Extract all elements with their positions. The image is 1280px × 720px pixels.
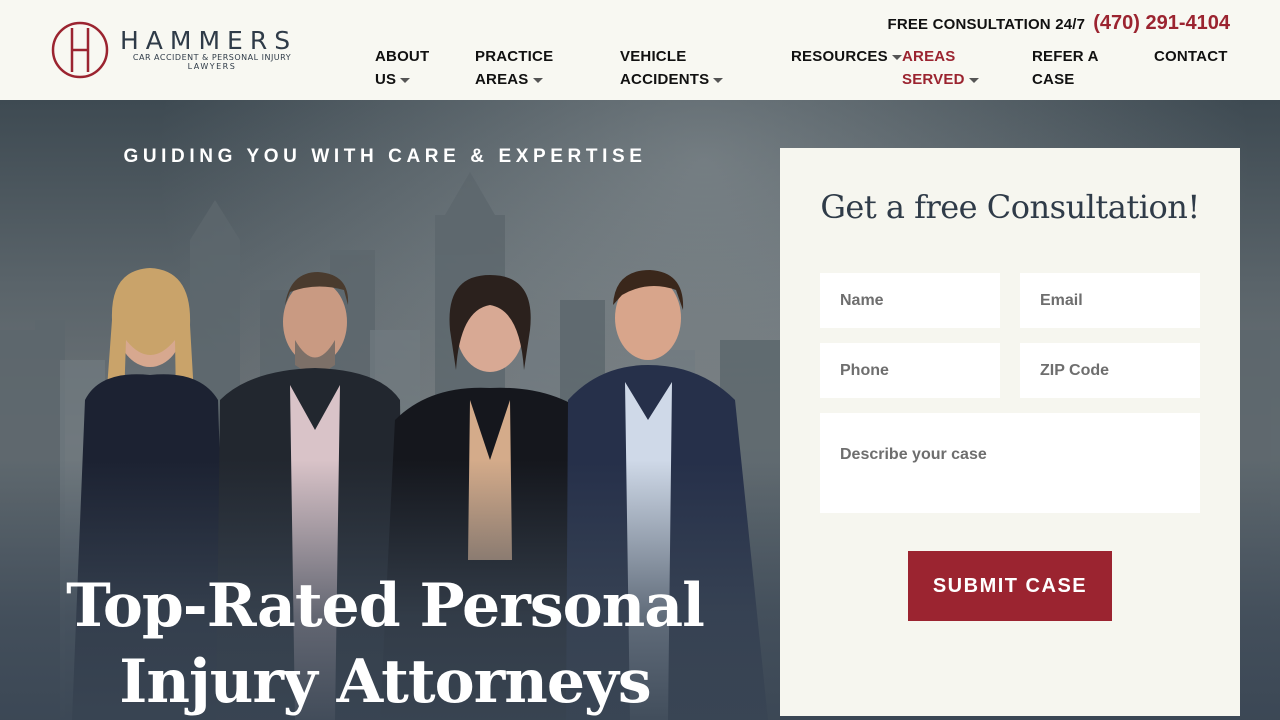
nav-areas-served-label: AREAS [902, 48, 956, 65]
nav-about-us-label-2: US [375, 71, 397, 88]
email-field[interactable] [1020, 273, 1200, 328]
caret-down-icon [713, 77, 724, 83]
caret-down-icon [891, 54, 902, 60]
caret-down-icon [400, 77, 411, 83]
zip-code-field[interactable] [1020, 343, 1200, 398]
consultation-label: FREE CONSULTATION 24/7 [887, 16, 1086, 33]
nav-vehicle-accidents-label: VEHICLE [620, 48, 687, 65]
nav-areas-served[interactable]: AREAS SERVED [902, 45, 979, 91]
name-field[interactable] [820, 273, 1000, 328]
nav-contact[interactable]: CONTACT [1154, 45, 1228, 68]
nav-resources-label: RESOURCES [791, 48, 888, 65]
hero-title: Top-Rated Personal Injury Attorneys [20, 568, 750, 720]
hero-tagline: GUIDING YOU WITH CARE & EXPERTISE [123, 146, 647, 167]
nav-resources[interactable]: RESOURCES [791, 45, 902, 68]
form-heading: Get a free Consultation! [820, 188, 1200, 226]
nav-about-us[interactable]: ABOUT US [375, 45, 429, 91]
site-logo[interactable]: HAMMERS CAR ACCIDENT & PERSONAL INJURY L… [50, 20, 310, 80]
nav-contact-label: CONTACT [1154, 48, 1228, 65]
nav-refer-a-case-label: REFER A [1032, 48, 1099, 65]
nav-practice-areas-label: PRACTICE [475, 48, 554, 65]
case-description-field[interactable] [820, 413, 1200, 513]
hammers-monogram-logo-icon [51, 21, 109, 79]
brand-subtitle-lawyers: LAWYERS [187, 62, 237, 71]
caret-down-icon [532, 77, 543, 83]
nav-practice-areas[interactable]: PRACTICE AREAS [475, 45, 553, 91]
phone-link[interactable]: (470) 291-4104 [1093, 12, 1230, 35]
phone-field[interactable] [820, 343, 1000, 398]
nav-about-us-label: ABOUT [375, 48, 430, 65]
nav-refer-a-case-label-2: CASE [1032, 71, 1075, 88]
brand-name: HAMMERS [120, 26, 298, 55]
submit-case-button[interactable]: SUBMIT CASE [908, 551, 1112, 621]
hero-title-line-2: Injury Attorneys [119, 647, 651, 717]
consultation-contact: FREE CONSULTATION 24/7 (470) 291-4104 [887, 12, 1230, 35]
hero-title-line-1: Top-Rated Personal [66, 571, 705, 641]
nav-vehicle-accidents[interactable]: VEHICLE ACCIDENTS [620, 45, 724, 91]
caret-down-icon [968, 77, 979, 83]
nav-practice-areas-label-2: AREAS [475, 71, 529, 88]
nav-refer-a-case[interactable]: REFER A CASE [1032, 45, 1099, 91]
consultation-form: Get a free Consultation! SUBMIT CASE [780, 148, 1240, 716]
nav-vehicle-accidents-label-2: ACCIDENTS [620, 71, 710, 88]
site-header: HAMMERS CAR ACCIDENT & PERSONAL INJURY L… [0, 0, 1280, 100]
nav-areas-served-label-2: SERVED [902, 71, 965, 88]
